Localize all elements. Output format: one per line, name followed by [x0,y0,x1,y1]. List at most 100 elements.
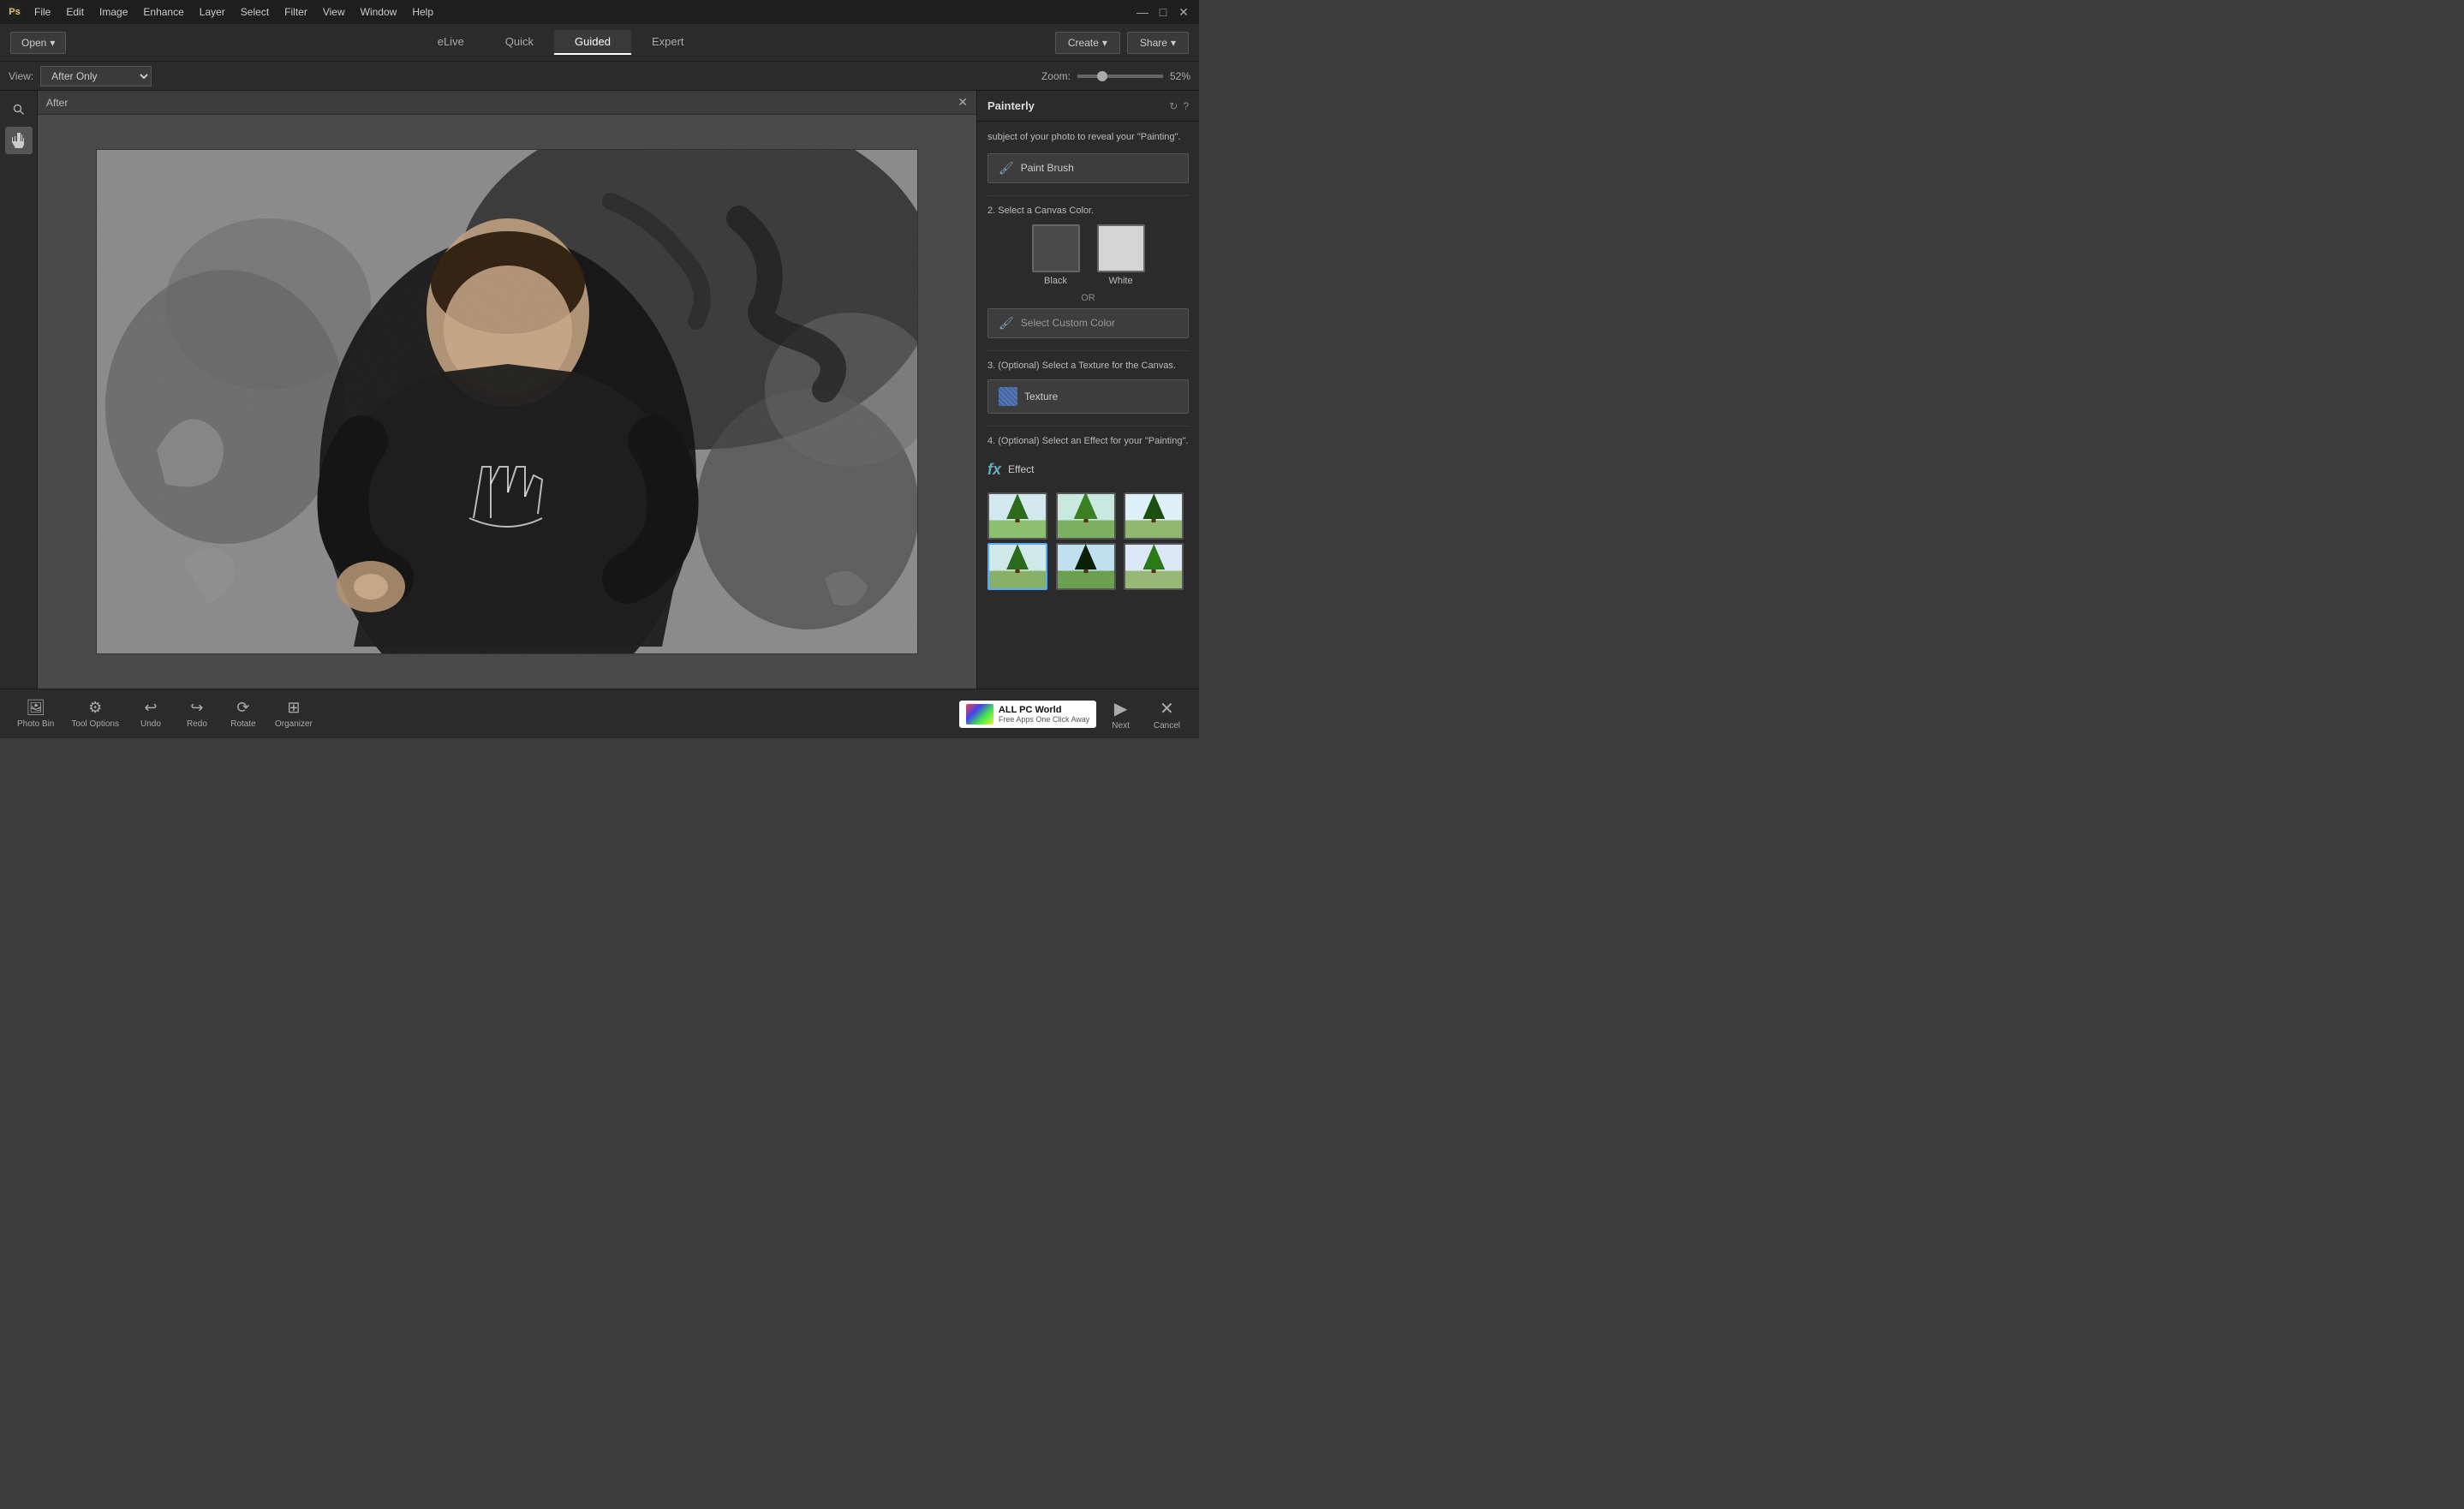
organizer-button[interactable]: ⊞ Organizer [268,695,319,732]
effect-thumb-4[interactable] [987,543,1047,590]
tool-options-icon: ⚙ [88,699,102,717]
close-button[interactable]: ✕ [1175,5,1192,19]
step4-label: 4. (Optional) Select an Effect for your … [987,435,1189,448]
canvas-close-button[interactable]: ✕ [958,95,968,110]
zoom-label: Zoom: [1041,70,1071,82]
redo-button[interactable]: ↪ Redo [176,695,218,732]
menu-image[interactable]: Image [92,4,134,20]
menu-filter[interactable]: Filter [277,4,314,20]
effect-thumb-6[interactable] [1124,543,1184,590]
search-tool-button[interactable] [5,96,33,123]
create-dropdown-icon: ▾ [1102,37,1107,49]
view-select[interactable]: After Only Before Only Before & After - … [40,66,152,86]
panel-header: Painterly ↻ ? [977,91,1199,122]
divider-2 [987,350,1189,351]
hand-tool-button[interactable] [5,127,33,154]
main-area: After ✕ [0,91,1199,689]
brush-icon: 🖌 [999,161,1014,176]
canvas-content[interactable] [38,115,976,689]
color-swatches: Black White [987,224,1189,286]
tab-expert[interactable]: Expert [631,30,705,55]
tool-options-button[interactable]: ⚙ Tool Options [64,695,126,732]
menu-edit[interactable]: Edit [59,4,91,20]
tab-quick[interactable]: Quick [485,30,554,55]
effect-thumb-3[interactable] [1124,492,1184,540]
menu-view[interactable]: View [316,4,352,20]
zoom-area: Zoom: 52% [1041,70,1190,82]
effect-thumb-5[interactable] [1056,543,1116,590]
zoom-slider[interactable] [1077,75,1163,78]
panel-header-icons: ↻ ? [1169,100,1189,112]
photo-bin-button[interactable]: 🖼 Photo Bin [10,695,61,732]
rotate-button[interactable]: ⟳ Rotate [222,695,265,732]
window-controls: — □ ✕ [1134,5,1192,19]
undo-button[interactable]: ↩ Undo [129,695,172,732]
canvas-image [96,149,918,654]
top-toolbar: Open ▾ eLive Quick Guided Expert Create … [0,24,1199,62]
view-label: View: [9,70,33,82]
open-button[interactable]: Open ▾ [10,32,66,54]
panel-intro-text: subject of your photo to reveal your "Pa… [987,130,1189,145]
left-toolbar [0,91,38,689]
undo-icon: ↩ [144,699,157,717]
maximize-button[interactable]: □ [1154,5,1172,19]
cancel-button[interactable]: ✕ Cancel [1145,695,1189,734]
menu-window[interactable]: Window [354,4,404,20]
bottom-toolbar: 🖼 Photo Bin ⚙ Tool Options ↩ Undo ↪ Redo… [0,689,1199,738]
organizer-icon: ⊞ [287,699,300,717]
step2-label: 2. Select a Canvas Color. [987,205,1189,218]
next-icon: ▶ [1114,698,1127,719]
minimize-button[interactable]: — [1134,5,1151,19]
undo-label: Undo [140,719,161,729]
allpcworld-logo [966,704,993,725]
menu-help[interactable]: Help [405,4,440,20]
white-swatch-box[interactable] [1097,224,1145,272]
menu-layer[interactable]: Layer [193,4,232,20]
menu-enhance[interactable]: Enhance [136,4,190,20]
cancel-label: Cancel [1154,721,1180,731]
photo-bin-label: Photo Bin [17,719,54,729]
share-button[interactable]: Share ▾ [1127,32,1189,54]
title-bar-left: Ps File Edit Image Enhance Layer Select … [7,4,440,20]
organizer-label: Organizer [275,719,313,729]
effect-thumbnails [987,492,1189,590]
white-swatch-label: White [1108,276,1132,286]
title-bar: Ps File Edit Image Enhance Layer Select … [0,0,1199,24]
paint-brush-button[interactable]: 🖌 Paint Brush [987,153,1189,183]
black-swatch-box[interactable] [1032,224,1080,272]
menu-select[interactable]: Select [234,4,276,20]
rotate-label: Rotate [230,719,255,729]
redo-icon: ↪ [190,699,203,717]
next-button[interactable]: ▶ Next [1103,695,1138,734]
effect-label: Effect [1008,463,1034,475]
share-dropdown-icon: ▾ [1171,37,1176,49]
cancel-icon: ✕ [1160,698,1174,719]
divider-1 [987,195,1189,196]
custom-color-button[interactable]: 🖌 Select Custom Color [987,308,1189,338]
texture-icon [999,387,1017,406]
swatch-black[interactable]: Black [1032,224,1080,286]
open-dropdown-icon: ▾ [50,37,55,49]
canvas-header: After ✕ [38,91,976,115]
tab-guided[interactable]: Guided [554,30,631,55]
swatch-white[interactable]: White [1097,224,1145,286]
photo-bin-icon: 🖼 [26,699,45,717]
zoom-value: 52% [1170,70,1190,82]
fx-icon: fx [987,461,1001,479]
texture-button[interactable]: Texture [987,379,1189,414]
effect-button[interactable]: fx Effect [987,456,1189,484]
menu-file[interactable]: File [27,4,57,20]
next-label: Next [1112,721,1130,731]
create-button[interactable]: Create ▾ [1055,32,1120,54]
step3-label: 3. (Optional) Select a Texture for the C… [987,360,1189,373]
refresh-icon[interactable]: ↻ [1169,100,1178,112]
help-icon[interactable]: ? [1183,100,1189,112]
texture-label: Texture [1024,391,1058,403]
effect-thumb-1[interactable] [987,492,1047,540]
canvas-label: After [46,97,68,109]
tab-elive[interactable]: eLive [417,30,485,55]
effect-thumb-2[interactable] [1056,492,1116,540]
view-toolbar: View: After Only Before Only Before & Af… [0,62,1199,91]
panel-title: Painterly [987,99,1035,112]
custom-color-icon: 🖌 [999,316,1014,331]
